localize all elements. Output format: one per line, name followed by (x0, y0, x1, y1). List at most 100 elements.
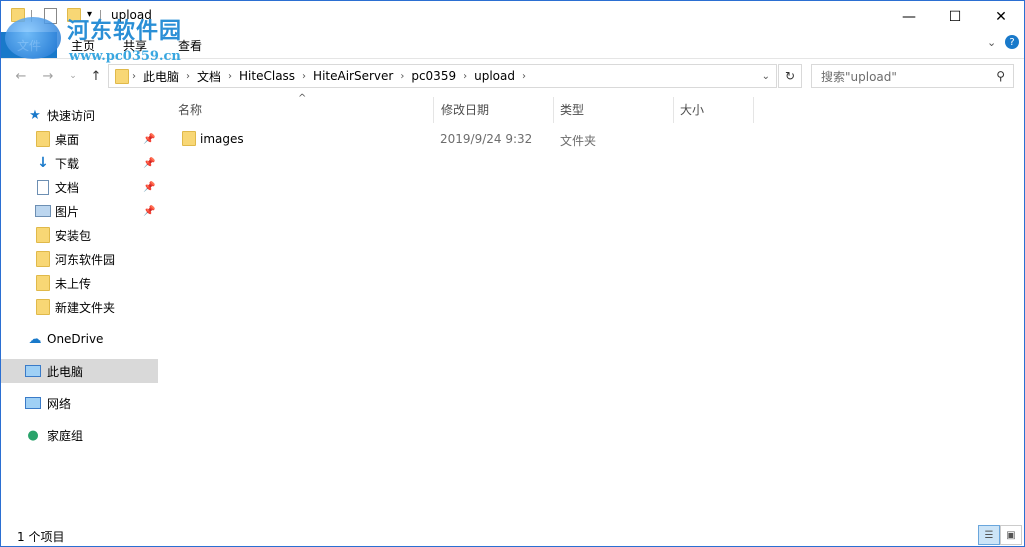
folder-icon (35, 299, 51, 315)
cloud-icon: ☁ (28, 331, 42, 347)
chevron-right-icon[interactable]: › (129, 71, 139, 82)
forward-icon[interactable]: → (39, 67, 57, 85)
network-icon (25, 395, 41, 411)
maximize-button[interactable]: ☐ (932, 1, 978, 32)
large-icons-view-icon[interactable]: ▣ (1000, 525, 1022, 545)
chevron-right-icon[interactable]: › (460, 71, 470, 82)
details-view-icon[interactable]: ☰ (978, 525, 1000, 545)
search-placeholder: 搜索"upload" (821, 69, 897, 84)
file-modified: 2019/9/24 9:32 (440, 132, 533, 146)
ribbon: 文件 主页 共享 查看 ⌄ ? (1, 32, 1024, 59)
sidebar-item-label: 图片 (55, 204, 80, 219)
folder-icon (182, 131, 196, 146)
tab-share[interactable]: 共享 (123, 37, 147, 54)
maximize-icon: ☐ (948, 8, 962, 25)
chevron-right-icon[interactable]: › (519, 71, 529, 82)
breadcrumb-hiteclass[interactable]: HiteClass (235, 69, 299, 83)
sidebar-item-label: 安装包 (55, 228, 92, 243)
tab-home[interactable]: 主页 (71, 37, 95, 54)
pin-icon[interactable]: 📌 (143, 134, 155, 145)
sidebar-item-quick-access[interactable]: ★ 快速访问 (1, 103, 158, 127)
pin-icon[interactable]: 📌 (143, 182, 155, 193)
chevron-right-icon[interactable]: › (183, 71, 193, 82)
sidebar-item-desktop[interactable]: 桌面 📌 (1, 127, 158, 151)
recent-locations-icon[interactable]: ⌄ (64, 67, 82, 85)
minimize-button[interactable]: — (886, 1, 932, 32)
status-item-count: 1 个项目 (17, 530, 65, 544)
sidebar-item-installers[interactable]: 安装包 (1, 223, 158, 247)
search-icon[interactable]: ⚲ (996, 69, 1005, 83)
column-type[interactable]: 类型 (543, 97, 673, 121)
pin-icon[interactable]: 📌 (143, 158, 155, 169)
close-button[interactable]: ✕ (978, 1, 1024, 32)
refresh-icon: ↻ (784, 69, 796, 83)
sidebar-item-onedrive[interactable]: ☁ OneDrive (1, 327, 158, 351)
sidebar-item-label: 网络 (47, 396, 72, 411)
sidebar-item-label: 家庭组 (47, 428, 84, 443)
customize-toolbar-icon[interactable]: ▾ (87, 9, 92, 25)
separator (100, 10, 101, 22)
minimize-icon: — (902, 8, 916, 25)
back-icon[interactable]: ← (12, 67, 30, 85)
document-icon (35, 179, 51, 195)
sidebar-item-not-uploaded[interactable]: 未上传 (1, 271, 158, 295)
tab-view[interactable]: 查看 (178, 37, 202, 54)
download-icon: ↓ (37, 155, 49, 171)
sidebar-item-new-folder[interactable]: 新建文件夹 (1, 295, 158, 319)
column-name[interactable]: 名称 (161, 97, 433, 121)
address-bar[interactable]: › 此电脑 › 文档 › HiteClass › HiteAirServer ›… (108, 64, 777, 88)
column-size[interactable]: 大小 (663, 97, 753, 121)
file-name: images (200, 132, 244, 146)
address-dropdown-icon[interactable]: ⌄ (762, 71, 770, 82)
column-divider[interactable] (753, 97, 754, 123)
sidebar-item-label: 下载 (55, 156, 80, 171)
explorer-window: ▾ upload — ☐ ✕ 文件 主页 共享 查看 ⌄ ? 河东软件园 www… (0, 0, 1025, 547)
navigation-bar: ← → ⌄ ↑ › 此电脑 › 文档 › HiteClass › HiteAir… (1, 61, 1024, 91)
help-icon[interactable]: ? (1005, 35, 1019, 49)
sidebar-item-homegroup[interactable]: ● 家庭组 (1, 423, 158, 447)
breadcrumb-documents[interactable]: 文档 (193, 68, 225, 85)
breadcrumb-pc0359[interactable]: pc0359 (407, 69, 460, 83)
sidebar-item-label: 快速访问 (47, 108, 96, 123)
sidebar-item-pictures[interactable]: 图片 📌 (1, 199, 158, 223)
sidebar-item-label: 新建文件夹 (55, 300, 116, 315)
computer-icon (25, 363, 41, 379)
sidebar-item-label: 文档 (55, 180, 80, 195)
pin-icon[interactable]: 📌 (143, 206, 155, 217)
table-row[interactable]: images 2019/9/24 9:32 文件夹 (178, 128, 738, 150)
separator (31, 10, 32, 22)
breadcrumb-hiteairserver[interactable]: HiteAirServer (309, 69, 397, 83)
sidebar-item-downloads[interactable]: ↓ 下载 📌 (1, 151, 158, 175)
refresh-button[interactable]: ↻ (778, 64, 802, 88)
sidebar-item-label: OneDrive (47, 332, 104, 346)
navigation-pane: ★ 快速访问 桌面 📌 ↓ 下载 📌 文档 📌 图片 📌 安装包 河东软件园 未… (1, 97, 159, 517)
chevron-right-icon[interactable]: › (225, 71, 235, 82)
sidebar-item-label: 桌面 (55, 132, 80, 147)
sidebar-item-documents[interactable]: 文档 📌 (1, 175, 158, 199)
folder-icon (35, 275, 51, 291)
sidebar-item-label: 河东软件园 (55, 252, 116, 267)
sidebar-item-this-pc[interactable]: 此电脑 (1, 359, 158, 383)
column-modified[interactable]: 修改日期 (424, 97, 554, 121)
breadcrumb-upload[interactable]: upload (470, 69, 519, 83)
folder-icon (35, 227, 51, 243)
picture-icon (35, 203, 51, 219)
search-input[interactable]: 搜索"upload" ⚲ (811, 64, 1014, 88)
expand-ribbon-icon[interactable]: ⌄ (987, 36, 996, 49)
breadcrumb-this-pc[interactable]: 此电脑 (139, 68, 183, 85)
sidebar-item-network[interactable]: 网络 (1, 391, 158, 415)
chevron-right-icon[interactable]: › (299, 71, 309, 82)
up-icon[interactable]: ↑ (87, 67, 105, 85)
new-folder-icon[interactable] (67, 8, 81, 24)
sidebar-item-label: 此电脑 (47, 364, 84, 379)
column-header: ^ 名称 修改日期 类型 大小 (161, 93, 761, 123)
star-icon: ★ (29, 107, 41, 123)
folder-icon (11, 8, 25, 24)
tab-file[interactable]: 文件 (1, 32, 57, 58)
title-bar: ▾ upload — ☐ ✕ (1, 1, 1024, 32)
window-title: upload (111, 8, 152, 22)
file-type: 文件夹 (560, 134, 597, 148)
sidebar-item-hedong[interactable]: 河东软件园 (1, 247, 158, 271)
chevron-right-icon[interactable]: › (397, 71, 407, 82)
properties-icon[interactable] (44, 8, 57, 24)
